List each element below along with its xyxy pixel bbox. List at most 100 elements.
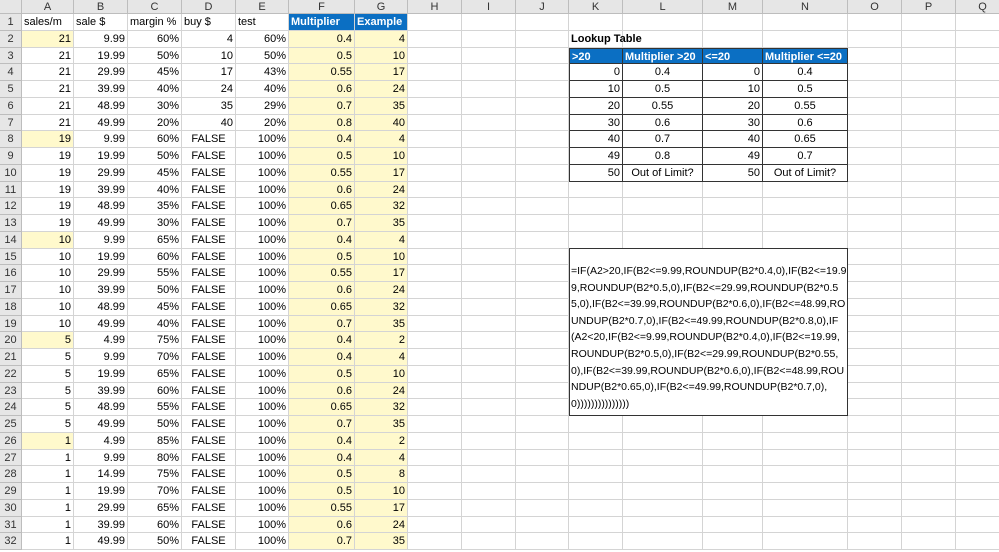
data-cell[interactable]: FALSE [182,198,236,215]
row-header-19[interactable]: 19 [0,315,22,333]
cell[interactable] [408,231,462,249]
cell[interactable] [902,47,956,65]
cell[interactable] [462,416,516,433]
cell[interactable] [462,466,516,483]
cell[interactable] [848,298,902,316]
data-cell[interactable]: 9.99 [74,131,128,148]
lookup-cell[interactable]: 0.55 [623,97,703,115]
cell[interactable] [763,483,848,500]
data-cell[interactable]: 20% [236,114,289,132]
data-cell[interactable]: 32 [355,198,408,215]
cell[interactable] [902,30,956,48]
cell[interactable] [462,516,516,534]
data-cell[interactable]: 60% [128,248,182,266]
lookup-cell[interactable]: 0.5 [623,81,703,98]
cell[interactable] [956,265,999,282]
data-cell[interactable]: FALSE [182,181,236,199]
data-cell[interactable]: 0.55 [289,164,355,182]
cell[interactable] [956,433,999,450]
row-header-26[interactable]: 26 [0,432,22,450]
cell[interactable] [703,416,763,433]
data-cell[interactable]: 50% [128,533,182,550]
data-cell[interactable]: FALSE [182,298,236,316]
data-cell[interactable]: 19 [22,181,74,199]
cell[interactable] [462,499,516,517]
lookup-cell[interactable]: 49 [569,148,623,165]
cell[interactable] [623,416,703,433]
data-cell[interactable]: 1 [22,516,74,534]
lookup-cell[interactable]: 20 [569,97,623,115]
data-cell[interactable]: 49.99 [74,416,128,433]
data-cell[interactable]: 9.99 [74,349,128,366]
cell[interactable] [516,365,569,383]
data-cell[interactable]: 39.99 [74,516,128,534]
cell[interactable] [408,315,462,333]
cell[interactable] [516,499,569,517]
data-cell[interactable]: 17 [355,499,408,517]
data-cell[interactable]: 100% [236,533,289,550]
cell[interactable] [462,282,516,299]
row-header-31[interactable]: 31 [0,516,22,534]
data-cell[interactable]: 75% [128,332,182,349]
data-cell[interactable]: 0.5 [289,483,355,500]
data-cell[interactable]: 39.99 [74,382,128,400]
cell[interactable] [408,30,462,48]
cell[interactable] [902,298,956,316]
cell[interactable] [462,533,516,550]
cell[interactable] [623,231,703,249]
cell[interactable] [703,181,763,199]
data-cell[interactable]: FALSE [182,215,236,232]
lookup-cell[interactable]: 0.5 [763,81,848,98]
cell[interactable] [408,198,462,215]
data-cell[interactable]: 39.99 [74,282,128,299]
column-header-K[interactable]: K [569,0,623,14]
data-cell[interactable]: 48.99 [74,298,128,316]
cell[interactable] [848,97,902,115]
formula-text-box[interactable]: =IF(A2>20,IF(B2<=9.99,ROUNDUP(B2*0.4,0),… [569,248,848,416]
cell[interactable] [956,131,999,148]
cell[interactable] [408,47,462,65]
lookup-cell[interactable]: 0 [569,64,623,81]
cell[interactable] [703,198,763,215]
cell[interactable] [763,215,848,232]
cell[interactable] [956,517,999,534]
data-cell[interactable]: 24 [355,282,408,299]
row-header-8[interactable]: 8 [0,131,22,148]
cell[interactable] [902,14,956,31]
cell[interactable] [902,499,956,517]
data-cell[interactable]: 0.7 [289,97,355,115]
column-header-B[interactable]: B [74,0,128,14]
lookup-cell[interactable]: 50 [703,164,763,182]
data-cell[interactable]: 32 [355,399,408,416]
cell[interactable] [408,248,462,266]
data-cell[interactable]: 50% [236,47,289,65]
data-cell[interactable]: 10 [355,248,408,266]
cell[interactable] [462,332,516,349]
row-header-21[interactable]: 21 [0,349,22,366]
cell[interactable] [462,164,516,182]
data-cell[interactable]: 5 [22,416,74,433]
cell[interactable] [569,14,623,31]
cell[interactable] [902,483,956,500]
column-header-C[interactable]: C [128,0,182,14]
cell[interactable] [408,265,462,282]
data-cell[interactable]: 0.4 [289,349,355,366]
column-header-J[interactable]: J [516,0,569,14]
lookup-cell[interactable]: 0.4 [623,64,703,81]
cell[interactable] [956,349,999,366]
cell[interactable] [956,115,999,132]
data-cell[interactable]: 10 [22,231,74,249]
cell[interactable] [703,231,763,249]
cell[interactable] [569,466,623,483]
data-cell[interactable]: 45% [128,298,182,316]
data-cell[interactable]: 48.99 [74,198,128,215]
row-header-28[interactable]: 28 [0,466,22,483]
data-cell[interactable]: 40% [236,81,289,98]
cell[interactable] [623,14,703,31]
data-cell[interactable]: 85% [128,432,182,450]
data-cell[interactable]: 100% [236,349,289,366]
data-cell[interactable]: 29.99 [74,164,128,182]
data-cell[interactable]: 45% [128,64,182,81]
cell[interactable] [623,533,703,550]
data-cell[interactable]: 5 [22,399,74,416]
